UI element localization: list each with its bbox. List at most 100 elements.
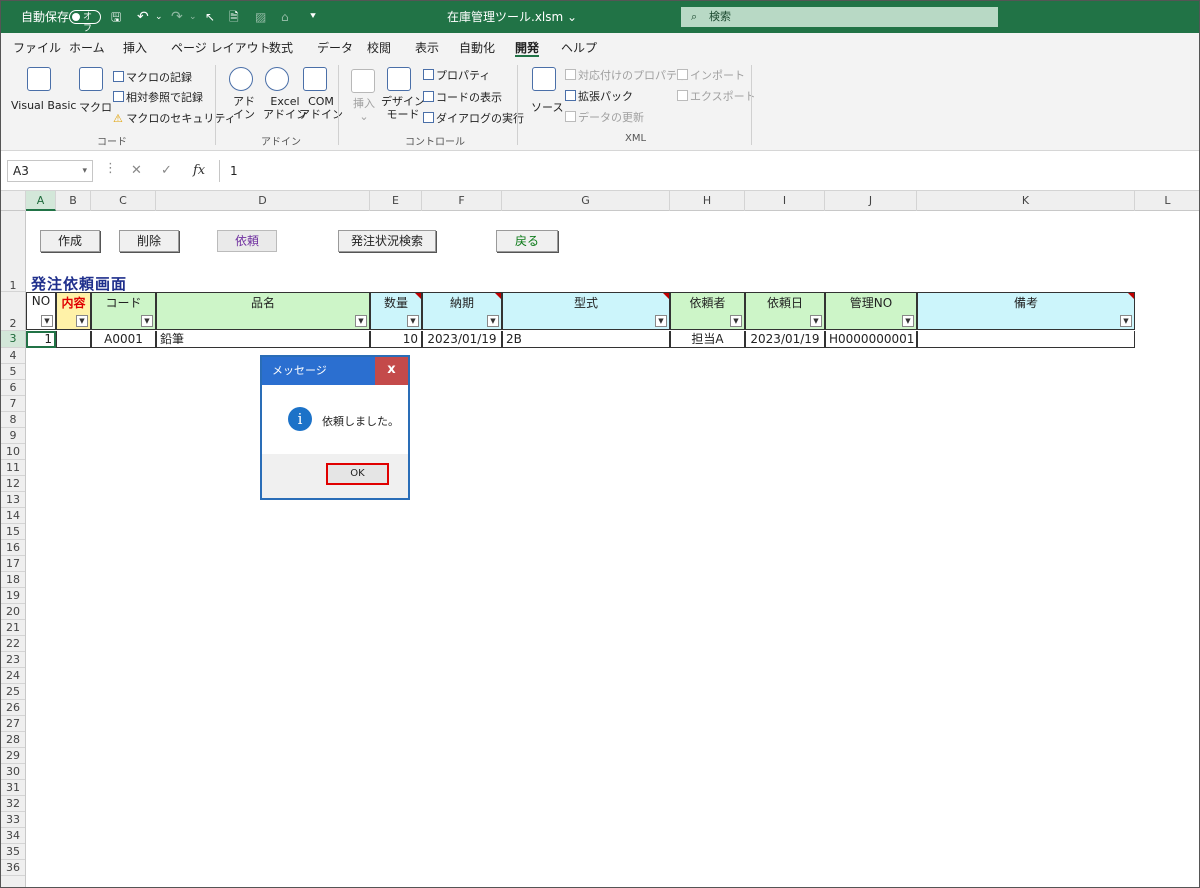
- col-header-a[interactable]: A: [26, 191, 56, 211]
- row-header-7[interactable]: 7: [1, 396, 25, 412]
- tab-page-layout[interactable]: ページ レイアウト: [171, 39, 271, 57]
- visual-basic-button[interactable]: Visual Basic: [11, 99, 76, 112]
- cell-item-name[interactable]: 鉛筆: [156, 331, 370, 348]
- select-all-corner[interactable]: [1, 191, 26, 211]
- name-box[interactable]: A3 ▾: [7, 160, 93, 182]
- col-header-e[interactable]: E: [370, 191, 422, 211]
- row-header-31[interactable]: 31: [1, 780, 25, 796]
- refresh-data-button[interactable]: データの更新: [565, 109, 644, 125]
- col-header-g[interactable]: G: [502, 191, 670, 211]
- row-header-33[interactable]: 33: [1, 812, 25, 828]
- filter-dropdown-icon[interactable]: ▼: [810, 315, 822, 327]
- map-properties-button[interactable]: 対応付けのプロパティ: [565, 67, 687, 83]
- row-header-14[interactable]: 14: [1, 508, 25, 524]
- ok-button[interactable]: OK: [326, 463, 389, 485]
- filter-dropdown-icon[interactable]: ▼: [355, 315, 367, 327]
- row-header-6[interactable]: 6: [1, 380, 25, 396]
- view-code-button[interactable]: コードの表示: [423, 89, 502, 105]
- filter-dropdown-icon[interactable]: ▼: [141, 315, 153, 327]
- row-header-34[interactable]: 34: [1, 828, 25, 844]
- tab-help[interactable]: ヘルプ: [561, 39, 597, 57]
- undo-dropdown-icon[interactable]: ⌄: [155, 1, 163, 33]
- row-header-32[interactable]: 32: [1, 796, 25, 812]
- filter-dropdown-icon[interactable]: ▼: [1120, 315, 1132, 327]
- insert-control-button[interactable]: 挿入 ⌄: [353, 97, 375, 123]
- row-header-3[interactable]: 3: [1, 331, 25, 348]
- row-header-30[interactable]: 30: [1, 764, 25, 780]
- cell-model[interactable]: 2B: [502, 331, 670, 348]
- design-mode-button[interactable]: デザイン モード: [381, 95, 425, 121]
- row-header-11[interactable]: 11: [1, 460, 25, 476]
- delete-button[interactable]: 削除: [119, 230, 179, 252]
- filter-dropdown-icon[interactable]: ▼: [902, 315, 914, 327]
- status-search-button[interactable]: 発注状況検索: [338, 230, 436, 252]
- row-header-2[interactable]: 2: [1, 292, 25, 331]
- xml-source-button[interactable]: ソース: [531, 99, 563, 115]
- expansion-packs-button[interactable]: 拡張パック: [565, 88, 633, 104]
- row-header-16[interactable]: 16: [1, 540, 25, 556]
- col-header-i[interactable]: I: [745, 191, 825, 211]
- redo-dropdown-icon[interactable]: ⌄: [189, 1, 197, 33]
- cancel-icon[interactable]: ✕: [131, 163, 142, 178]
- row-header-10[interactable]: 10: [1, 444, 25, 460]
- undo-icon[interactable]: ↶: [137, 1, 149, 33]
- tab-formulas[interactable]: 数式: [269, 39, 293, 57]
- insert-function-icon[interactable]: fx: [193, 163, 205, 178]
- filter-dropdown-icon[interactable]: ▼: [407, 315, 419, 327]
- row-header-36[interactable]: 36: [1, 860, 25, 876]
- row-header-1[interactable]: 1: [1, 211, 25, 292]
- cell-code[interactable]: A0001: [91, 331, 156, 348]
- col-header-h[interactable]: H: [670, 191, 745, 211]
- macro-security-button[interactable]: ⚠ マクロのセキュリティ: [113, 110, 236, 126]
- tab-insert[interactable]: 挿入: [123, 39, 147, 57]
- autosave-toggle[interactable]: オフ: [69, 10, 101, 34]
- enter-icon[interactable]: ✓: [161, 163, 172, 178]
- run-dialog-button[interactable]: ダイアログの実行: [423, 110, 524, 126]
- close-icon[interactable]: x: [375, 357, 408, 385]
- filter-dropdown-icon[interactable]: ▼: [76, 315, 88, 327]
- row-header-20[interactable]: 20: [1, 604, 25, 620]
- macros-button[interactable]: マクロ: [79, 99, 112, 115]
- formula-input[interactable]: 1: [219, 160, 1195, 182]
- cell-request-date[interactable]: 2023/01/19: [745, 331, 825, 348]
- row-header-28[interactable]: 28: [1, 732, 25, 748]
- tab-automate[interactable]: 自動化: [459, 39, 495, 57]
- row-header-35[interactable]: 35: [1, 844, 25, 860]
- tab-view[interactable]: 表示: [415, 39, 439, 57]
- row-header-23[interactable]: 23: [1, 652, 25, 668]
- cursor-icon[interactable]: ↖: [205, 1, 215, 33]
- row-header-18[interactable]: 18: [1, 572, 25, 588]
- name-box-dropdown-icon[interactable]: ▾: [82, 161, 87, 181]
- tab-developer[interactable]: 開発: [515, 39, 540, 57]
- search-input[interactable]: ⌕ 検索: [681, 7, 998, 27]
- redo-icon[interactable]: ↷: [171, 1, 183, 33]
- col-header-k[interactable]: K: [917, 191, 1135, 211]
- tab-home[interactable]: ホーム: [69, 39, 105, 57]
- row-header-8[interactable]: 8: [1, 412, 25, 428]
- com-addins-button[interactable]: COM アドイン: [299, 95, 343, 121]
- col-header-c[interactable]: C: [91, 191, 156, 211]
- customize-quick-access-icon[interactable]: ⯆: [309, 1, 317, 33]
- filter-dropdown-icon[interactable]: ▼: [730, 315, 742, 327]
- addins-button[interactable]: アド イン: [233, 95, 255, 121]
- row-header-26[interactable]: 26: [1, 700, 25, 716]
- row-header-4[interactable]: 4: [1, 348, 25, 364]
- cell-remarks[interactable]: [917, 331, 1135, 348]
- row-header-5[interactable]: 5: [1, 364, 25, 380]
- col-header-b[interactable]: B: [56, 191, 91, 211]
- row-header-9[interactable]: 9: [1, 428, 25, 444]
- filter-dropdown-icon[interactable]: ▼: [655, 315, 667, 327]
- row-header-27[interactable]: 27: [1, 716, 25, 732]
- row-header-22[interactable]: 22: [1, 636, 25, 652]
- col-header-d[interactable]: D: [156, 191, 370, 211]
- row-header-24[interactable]: 24: [1, 668, 25, 684]
- row-header-21[interactable]: 21: [1, 620, 25, 636]
- properties-button[interactable]: プロパティ: [423, 67, 490, 83]
- cell-quantity[interactable]: 10: [370, 331, 422, 348]
- request-button[interactable]: 依頼: [217, 230, 277, 252]
- cell-requester[interactable]: 担当A: [670, 331, 745, 348]
- import-button[interactable]: インポート: [677, 67, 745, 83]
- row-header-12[interactable]: 12: [1, 476, 25, 492]
- tab-file[interactable]: ファイル: [13, 39, 61, 57]
- col-header-l[interactable]: L: [1135, 191, 1199, 211]
